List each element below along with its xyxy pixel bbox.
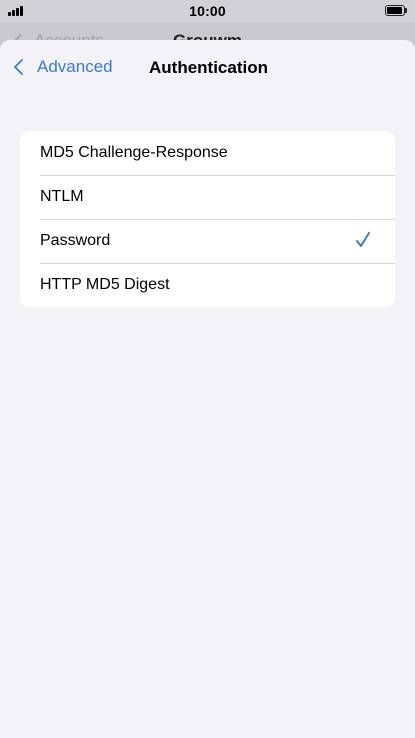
status-time: 10:00 <box>189 3 226 19</box>
option-ntlm[interactable]: NTLM <box>20 175 395 219</box>
option-md5-challenge-response[interactable]: MD5 Challenge-Response <box>20 131 395 175</box>
authentication-sheet: Advanced Authentication MD5 Challenge-Re… <box>0 40 415 738</box>
option-label: Password <box>40 232 111 249</box>
back-button-advanced[interactable]: Advanced <box>12 57 113 77</box>
chevron-left-icon <box>13 58 31 76</box>
checkmark-icon <box>356 232 370 247</box>
option-password[interactable]: Password <box>20 219 395 263</box>
option-label: MD5 Challenge-Response <box>40 144 228 161</box>
authentication-options-list: MD5 Challenge-Response NTLM Password HTT… <box>20 131 395 307</box>
page-title: Authentication <box>149 58 268 77</box>
status-bar: 10:00 <box>0 0 415 22</box>
battery-icon <box>385 5 407 16</box>
back-button-label: Advanced <box>37 57 113 76</box>
option-http-md5-digest[interactable]: HTTP MD5 Digest <box>20 263 395 307</box>
option-label: HTTP MD5 Digest <box>40 276 170 293</box>
option-label: NTLM <box>40 188 84 205</box>
